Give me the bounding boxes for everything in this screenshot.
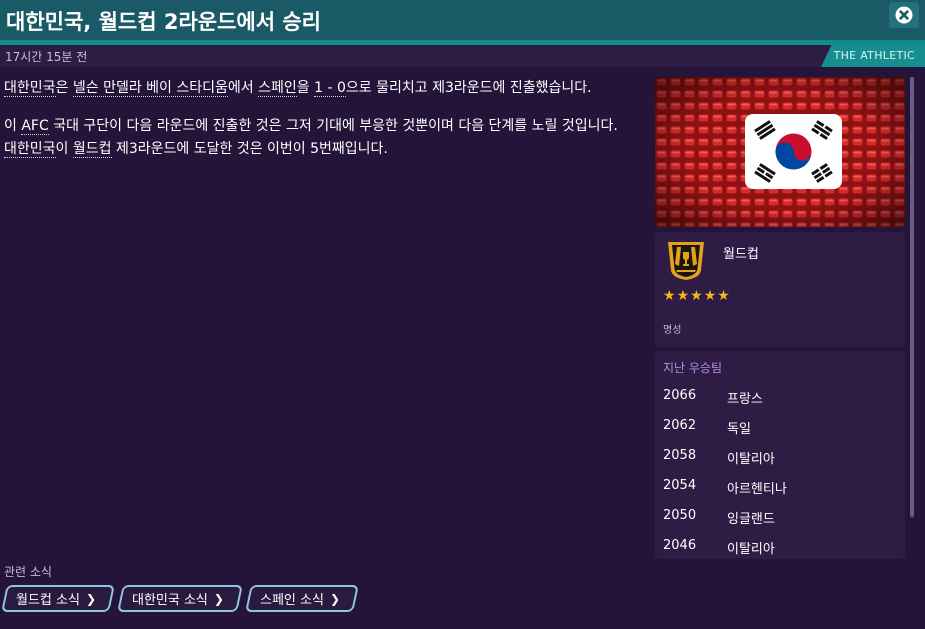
chevron-right-icon: ❯ [85, 591, 96, 606]
related-news-chips: 월드컵 소식 ❯ 대한민국 소식 ❯ 스페인 소식 ❯ [1, 585, 359, 612]
article-text: 이 [55, 141, 73, 157]
chevron-right-icon: ❯ [329, 591, 340, 606]
page-header: 대한민국, 월드컵 2라운드에서 승리 [0, 0, 925, 40]
link-afc[interactable]: AFC [21, 118, 49, 135]
star-icon: ★ [703, 288, 717, 304]
world-cup-logo-icon[interactable] [664, 240, 708, 282]
article-text: 제3라운드에 도달한 것은 이번이 5번째입니다. [111, 141, 388, 157]
link-spain[interactable]: 스페인 [258, 80, 297, 97]
article-text: 을 [296, 80, 315, 96]
winner-team[interactable]: 독일 [727, 418, 751, 437]
article-body: 대한민국은 넬슨 만델라 베이 스타디움에서 스페인을 1 - 0으로 물리치고… [4, 77, 634, 176]
article-text: 국대 구단이 다음 라운드에 진출한 것은 그저 기대에 부응한 것뿐이며 다음… [48, 118, 618, 134]
link-match-score[interactable]: 1 - 0 [314, 80, 346, 97]
star-icon: ★ [690, 288, 703, 304]
chip-label: 대한민국 소식 [132, 593, 208, 608]
winner-year: 2058 [663, 448, 697, 463]
related-chip-south-korea[interactable]: 대한민국 소식 ❯ [117, 585, 243, 612]
winner-team[interactable]: 이탈리아 [727, 448, 775, 467]
timestamp: 17시간 15분 전 [5, 50, 88, 64]
article-text: 이 [4, 118, 22, 134]
winner-year: 2046 [663, 538, 697, 553]
article-text: 에서 [227, 80, 259, 96]
star-icon: ★ [663, 288, 676, 304]
related-news-label: 관련 소식 [4, 565, 52, 579]
chip-label: 스페인 소식 [259, 593, 324, 608]
winner-team[interactable]: 프랑스 [727, 388, 763, 407]
winner-row: 2054 아르헨티나 [655, 470, 905, 500]
sidebar-scrollbar-thumb[interactable] [910, 77, 914, 517]
south-korea-flag-icon [745, 114, 842, 189]
winner-row: 2062 독일 [655, 410, 905, 440]
link-stadium[interactable]: 넬슨 만델라 베이 스타디움 [72, 80, 228, 97]
past-winners-card: 지난 우승팀 2066 프랑스 2062 독일 2058 이탈리아 2054 아… [655, 351, 905, 559]
winner-row: 2066 프랑스 [655, 380, 905, 410]
winner-row: 2058 이탈리아 [655, 440, 905, 470]
source-label: THE ATHLETIC [833, 49, 915, 62]
winner-team[interactable]: 아르헨티나 [727, 478, 787, 497]
reputation-label: 명성 [663, 325, 682, 336]
link-south-korea-2[interactable]: 대한민국 [4, 141, 56, 158]
winner-year: 2062 [663, 418, 697, 433]
star-icon: ★ [676, 288, 690, 304]
winner-team[interactable]: 잉글랜드 [727, 508, 775, 527]
page-title: 대한민국, 월드컵 2라운드에서 승리 [6, 10, 322, 34]
winner-row: 2046 이탈리아 [655, 530, 905, 559]
source-tag: THE ATHLETIC [821, 45, 925, 67]
winner-year: 2050 [663, 508, 697, 523]
past-winners-title: 지난 우승팀 [663, 361, 723, 375]
competition-card: 월드컵 ★ ★ ★ ★ ★ 명성 [655, 232, 905, 347]
article-text: 으로 물리치고 제3라운드에 진출했습니다. [345, 80, 592, 96]
star-icon: ★ [717, 288, 730, 304]
link-south-korea[interactable]: 대한민국 [4, 80, 56, 97]
meta-bar: 17시간 15분 전 THE ATHLETIC [0, 45, 925, 67]
winner-year: 2066 [663, 388, 697, 403]
stadium-flag-image [655, 77, 905, 227]
reputation-stars: ★ ★ ★ ★ ★ [663, 289, 730, 303]
article-paragraph-2: 이 AFC 국대 구단이 다음 라운드에 진출한 것은 그저 기대에 부응한 것… [4, 115, 634, 161]
link-world-cup[interactable]: 월드컵 [72, 141, 112, 158]
related-chip-world-cup[interactable]: 월드컵 소식 ❯ [1, 585, 115, 612]
related-chip-spain[interactable]: 스페인 소식 ❯ [245, 585, 359, 612]
close-button[interactable] [889, 2, 919, 28]
winner-row: 2050 잉글랜드 [655, 500, 905, 530]
chevron-right-icon: ❯ [213, 591, 224, 606]
article-text: 은 [55, 80, 73, 96]
chip-label: 월드컵 소식 [16, 593, 80, 608]
winner-team[interactable]: 이탈리아 [727, 538, 775, 557]
close-circle-icon [895, 6, 913, 24]
article-paragraph-1: 대한민국은 넬슨 만델라 베이 스타디움에서 스페인을 1 - 0으로 물리치고… [4, 77, 634, 100]
winner-year: 2054 [663, 478, 697, 493]
competition-name[interactable]: 월드컵 [723, 243, 759, 262]
